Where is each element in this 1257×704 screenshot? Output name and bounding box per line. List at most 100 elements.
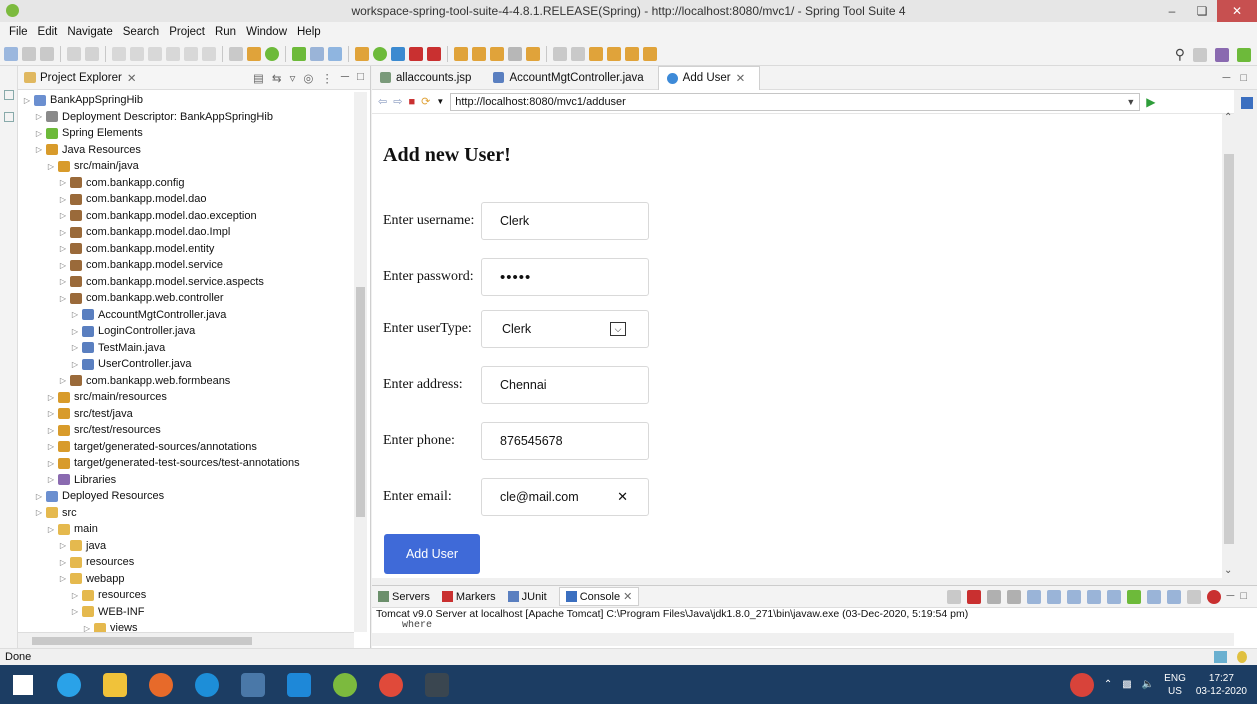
expand-toggle-icon[interactable]: ▷ xyxy=(58,541,68,550)
tree-item[interactable]: ▷ Libraries xyxy=(18,472,354,489)
start-button[interactable] xyxy=(0,665,46,704)
terminal-icon[interactable] xyxy=(67,46,81,61)
explorer-vertical-scrollbar[interactable] xyxy=(354,92,367,632)
maximize-view-icon[interactable]: □ xyxy=(357,71,364,85)
expand-toggle-icon[interactable]: ▷ xyxy=(58,558,68,567)
outline-view-icon[interactable] xyxy=(4,112,14,122)
terminate-icon[interactable] xyxy=(148,46,162,61)
remove-all-icon[interactable] xyxy=(1006,590,1021,604)
expand-toggle-icon[interactable]: ▷ xyxy=(58,244,68,253)
open-console-icon[interactable] xyxy=(1166,590,1181,604)
outline-icon[interactable] xyxy=(229,46,243,61)
pin-icon[interactable] xyxy=(946,590,961,604)
editor-tab[interactable]: Add User ✕ xyxy=(657,65,761,90)
remove-launch-icon[interactable] xyxy=(986,590,1001,604)
expand-toggle-icon[interactable]: ▷ xyxy=(46,426,56,435)
email-field[interactable]: cle@mail.com ✕ xyxy=(481,478,649,516)
search-icon[interactable]: ⚲ xyxy=(1175,46,1185,63)
chevron-down-icon[interactable]: ⌄ xyxy=(1224,565,1232,576)
expand-toggle-icon[interactable]: ▷ xyxy=(46,162,56,171)
browser-vertical-scrollbar[interactable]: ⌃ ⌄ xyxy=(1222,112,1236,578)
scroll-thumb[interactable] xyxy=(356,287,365,517)
tree-item[interactable]: ▷ resources xyxy=(18,554,354,571)
chevron-up-icon[interactable]: ⌃ xyxy=(1104,679,1112,690)
chevron-up-icon[interactable]: ⌃ xyxy=(1224,112,1232,123)
open-folder-icon[interactable] xyxy=(472,46,486,61)
minimize-view-icon[interactable]: ─ xyxy=(341,71,349,85)
step-return-icon[interactable] xyxy=(202,46,216,61)
expand-toggle-icon[interactable]: ▷ xyxy=(58,178,68,187)
expand-toggle-icon[interactable]: ▷ xyxy=(82,624,92,632)
tree-item[interactable]: ▷ TestMain.java xyxy=(18,340,354,357)
tree-item[interactable]: ▷ src/test/java xyxy=(18,406,354,423)
editor-tab[interactable]: AccountMgtController.java xyxy=(485,66,657,90)
tree-item[interactable]: ▷ com.bankapp.model.dao.exception xyxy=(18,208,354,225)
tip-icon[interactable] xyxy=(1237,651,1247,663)
back-arrow-icon[interactable]: ⇦ xyxy=(378,95,387,108)
console-tab-junit[interactable]: JUnit xyxy=(507,591,547,603)
view-menu-icon[interactable] xyxy=(1186,590,1201,604)
maximize-console-icon[interactable]: □ xyxy=(1240,590,1247,604)
taskbar-vscode[interactable] xyxy=(276,665,322,704)
expand-toggle-icon[interactable]: ▷ xyxy=(70,310,80,319)
tree-item[interactable]: ▷ Deployment Descriptor: BankAppSpringHib xyxy=(18,109,354,126)
terminate-icon[interactable] xyxy=(966,590,981,604)
expand-toggle-icon[interactable]: ▷ xyxy=(58,294,68,303)
stop-loading-icon[interactable]: ■ xyxy=(408,96,415,108)
close-tab-icon[interactable]: ✕ xyxy=(127,71,137,85)
taskbar-app[interactable] xyxy=(230,665,276,704)
explorer-title[interactable]: Project Explorer xyxy=(40,72,122,84)
tree-item[interactable]: ▷ java xyxy=(18,538,354,555)
link-editor-icon[interactable]: ⇆ xyxy=(272,71,282,85)
url-history-icon[interactable]: ▼ xyxy=(436,97,444,106)
explorer-horizontal-scrollbar[interactable] xyxy=(18,632,354,648)
scroll-lock-icon[interactable] xyxy=(1046,590,1061,604)
previous-edit-icon[interactable] xyxy=(625,46,639,61)
expand-toggle-icon[interactable]: ▷ xyxy=(70,360,80,369)
tree-item[interactable]: ▷ main xyxy=(18,521,354,538)
open-external-browser-icon[interactable] xyxy=(1238,92,1256,114)
expand-toggle-icon[interactable]: ▷ xyxy=(58,211,68,220)
console-tab-markers[interactable]: Markers xyxy=(441,591,496,603)
expand-toggle-icon[interactable]: ▷ xyxy=(58,261,68,270)
tree-item[interactable]: ▷ views xyxy=(18,620,354,632)
coverage-icon[interactable] xyxy=(427,46,441,61)
scroll-thumb[interactable] xyxy=(1224,154,1234,544)
launch-icon[interactable] xyxy=(247,46,261,61)
search-file-icon[interactable] xyxy=(490,46,504,61)
menu-file[interactable]: File xyxy=(4,26,33,38)
tree-item[interactable]: ▷ com.bankapp.model.entity xyxy=(18,241,354,258)
suspend-icon[interactable] xyxy=(130,46,144,61)
menu-run[interactable]: Run xyxy=(210,26,241,38)
expand-toggle-icon[interactable]: ▷ xyxy=(58,195,68,204)
expand-toggle-icon[interactable]: ▷ xyxy=(70,607,80,616)
focus-icon[interactable]: ◎ xyxy=(303,71,313,85)
menu-window[interactable]: Window xyxy=(241,26,292,38)
scroll-thumb[interactable] xyxy=(32,637,252,645)
maximize-button[interactable]: ❏ xyxy=(1187,0,1217,22)
expand-toggle-icon[interactable]: ▷ xyxy=(34,145,44,154)
save-all-icon[interactable] xyxy=(40,46,54,61)
tree-item[interactable]: ▷ Spring Elements xyxy=(18,125,354,142)
tree-item[interactable]: ▷ com.bankapp.model.dao xyxy=(18,191,354,208)
chevron-down-icon[interactable]: ▼ xyxy=(1126,97,1135,107)
add-user-button[interactable]: Add User xyxy=(384,534,480,574)
close-tab-icon[interactable]: ✕ xyxy=(736,71,746,85)
step-into-icon[interactable] xyxy=(166,46,180,61)
filter-icon[interactable]: ▿ xyxy=(290,71,296,85)
next-edit-icon[interactable] xyxy=(643,46,657,61)
expand-toggle-icon[interactable]: ▷ xyxy=(70,327,80,336)
clock[interactable]: 17:27 03-12-2020 xyxy=(1196,672,1247,698)
tree-item[interactable]: ▷ Deployed Resources xyxy=(18,488,354,505)
show-stdout-icon[interactable] xyxy=(1086,590,1101,604)
save-icon[interactable] xyxy=(22,46,36,61)
text-field[interactable]: 876545678 xyxy=(481,422,649,460)
expand-toggle-icon[interactable]: ▷ xyxy=(70,343,80,352)
taskbar-edge[interactable] xyxy=(184,665,230,704)
display-selected-icon[interactable] xyxy=(1146,590,1161,604)
console-horizontal-scrollbar[interactable] xyxy=(372,633,1234,646)
open-perspective-icon[interactable] xyxy=(1193,47,1207,62)
view-menu-icon[interactable]: ⋮ xyxy=(321,71,333,85)
network-icon[interactable]: ▩ xyxy=(1122,679,1131,690)
collapse-all-icon[interactable]: ▤ xyxy=(253,71,264,85)
